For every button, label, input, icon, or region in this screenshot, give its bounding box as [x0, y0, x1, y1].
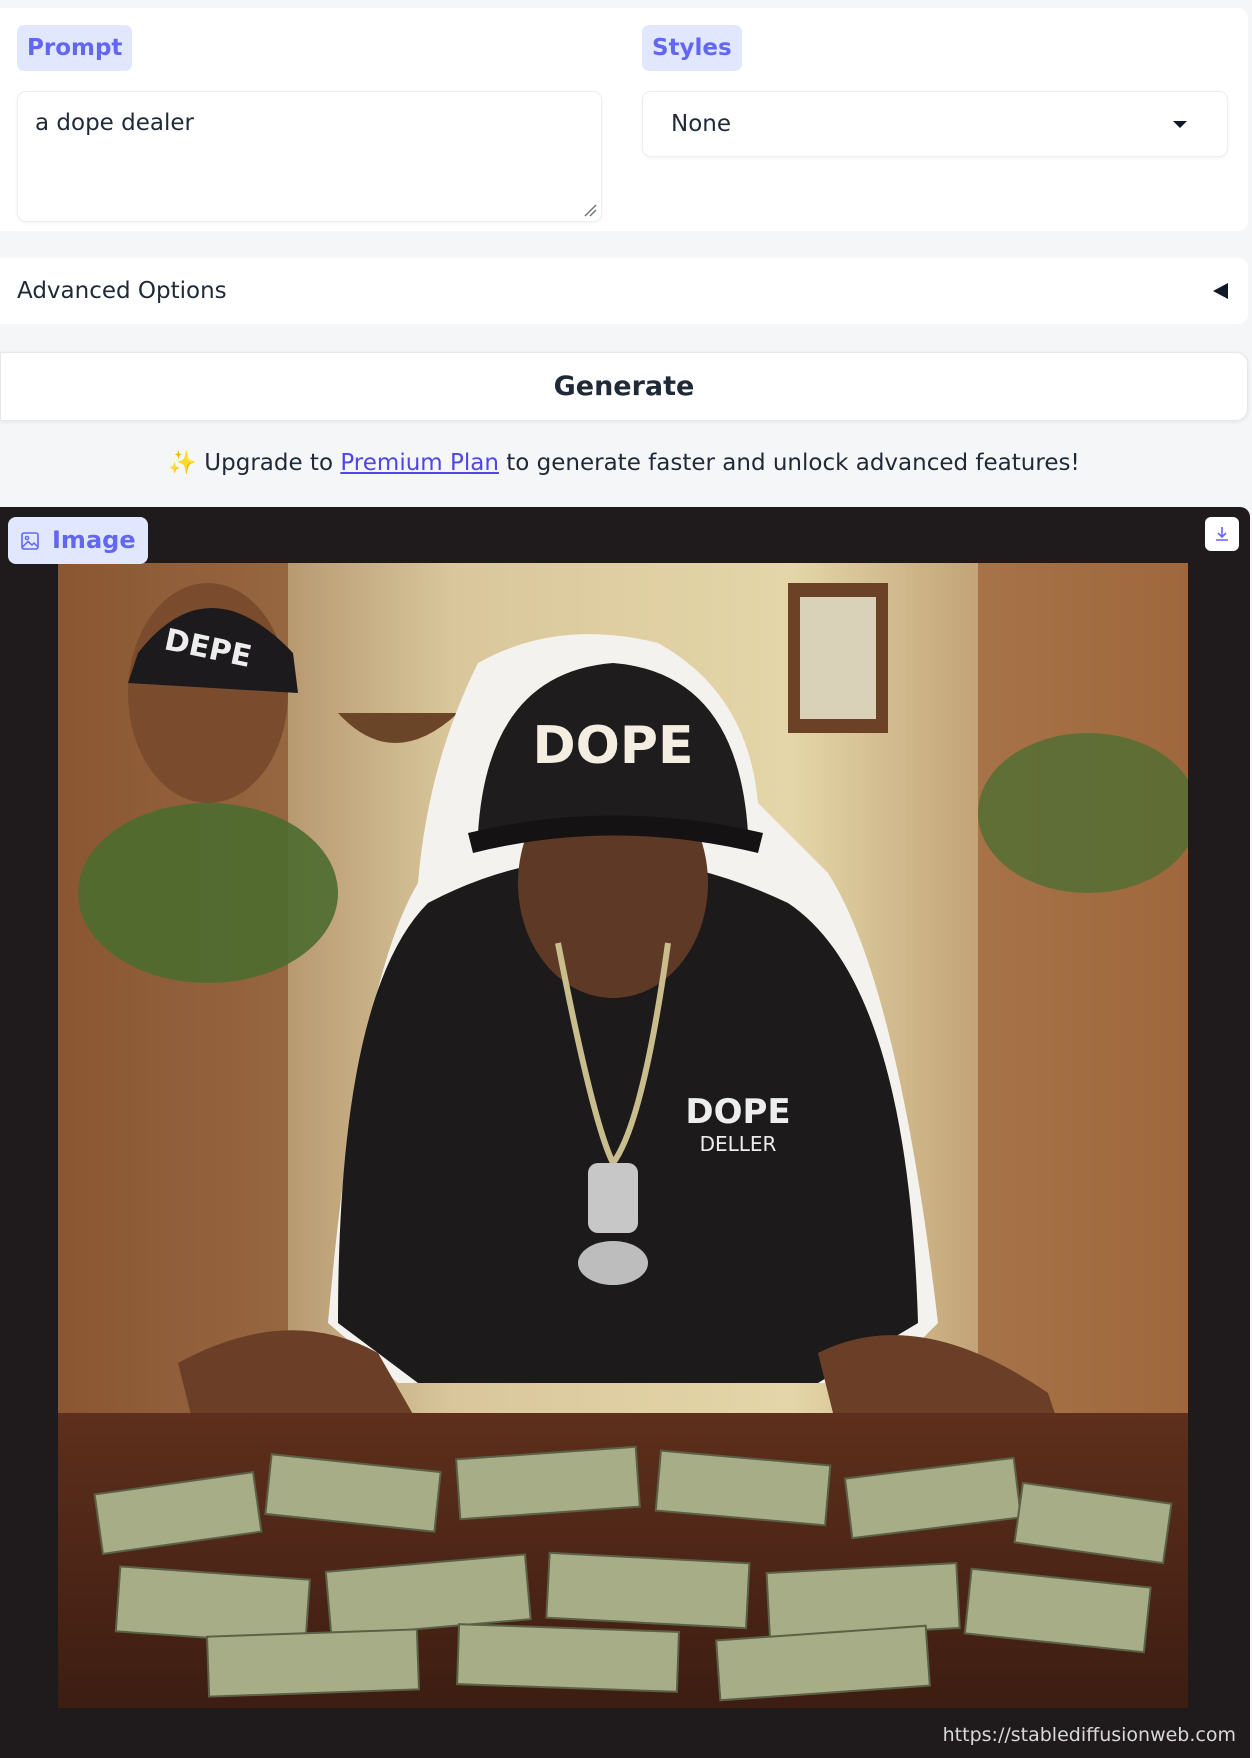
- prompt-label: Prompt: [17, 25, 133, 71]
- styles-selected-value: None: [671, 111, 732, 137]
- image-icon: [21, 531, 39, 550]
- advanced-options-label: Advanced Options: [17, 278, 227, 304]
- page: Prompt a dope dealer Styles None Advance…: [0, 0, 1252, 1758]
- styles-dropdown[interactable]: None: [642, 91, 1228, 157]
- generated-image[interactable]: DEPE DOPE DOPE DELLER: [58, 563, 1188, 1708]
- upgrade-notice: ✨ Upgrade to Premium Plan to generate fa…: [0, 443, 1248, 483]
- shirt-text-2: DELLER: [700, 1132, 777, 1156]
- advanced-options-toggle[interactable]: Advanced Options: [0, 258, 1248, 324]
- shirt-text-1: DOPE: [685, 1092, 790, 1132]
- upgrade-suffix: to generate faster and unlock advanced f…: [506, 450, 1080, 476]
- image-output-panel: Image DEPE DOPE DOPE DELLER https://stab…: [0, 507, 1250, 1758]
- cap-text: DOPE: [532, 716, 693, 776]
- upgrade-prefix: Upgrade to: [204, 450, 334, 476]
- image-label: Image: [8, 517, 148, 564]
- chevron-down-icon: [1173, 121, 1187, 128]
- resize-handle-icon[interactable]: [583, 203, 597, 217]
- input-panel: Prompt a dope dealer Styles None: [0, 8, 1248, 231]
- generate-button[interactable]: Generate: [0, 352, 1248, 421]
- prompt-value: a dope dealer: [35, 110, 194, 136]
- styles-label: Styles: [642, 25, 742, 71]
- sparkles-icon: ✨: [168, 450, 197, 476]
- prompt-textarea[interactable]: a dope dealer: [17, 91, 602, 222]
- watermark: https://stablediffusionweb.com: [942, 1724, 1236, 1746]
- download-icon: [1216, 527, 1228, 541]
- caret-left-icon: [1213, 283, 1228, 299]
- premium-plan-link[interactable]: Premium Plan: [340, 450, 499, 476]
- image-label-text: Image: [52, 526, 136, 554]
- download-button[interactable]: [1205, 517, 1239, 551]
